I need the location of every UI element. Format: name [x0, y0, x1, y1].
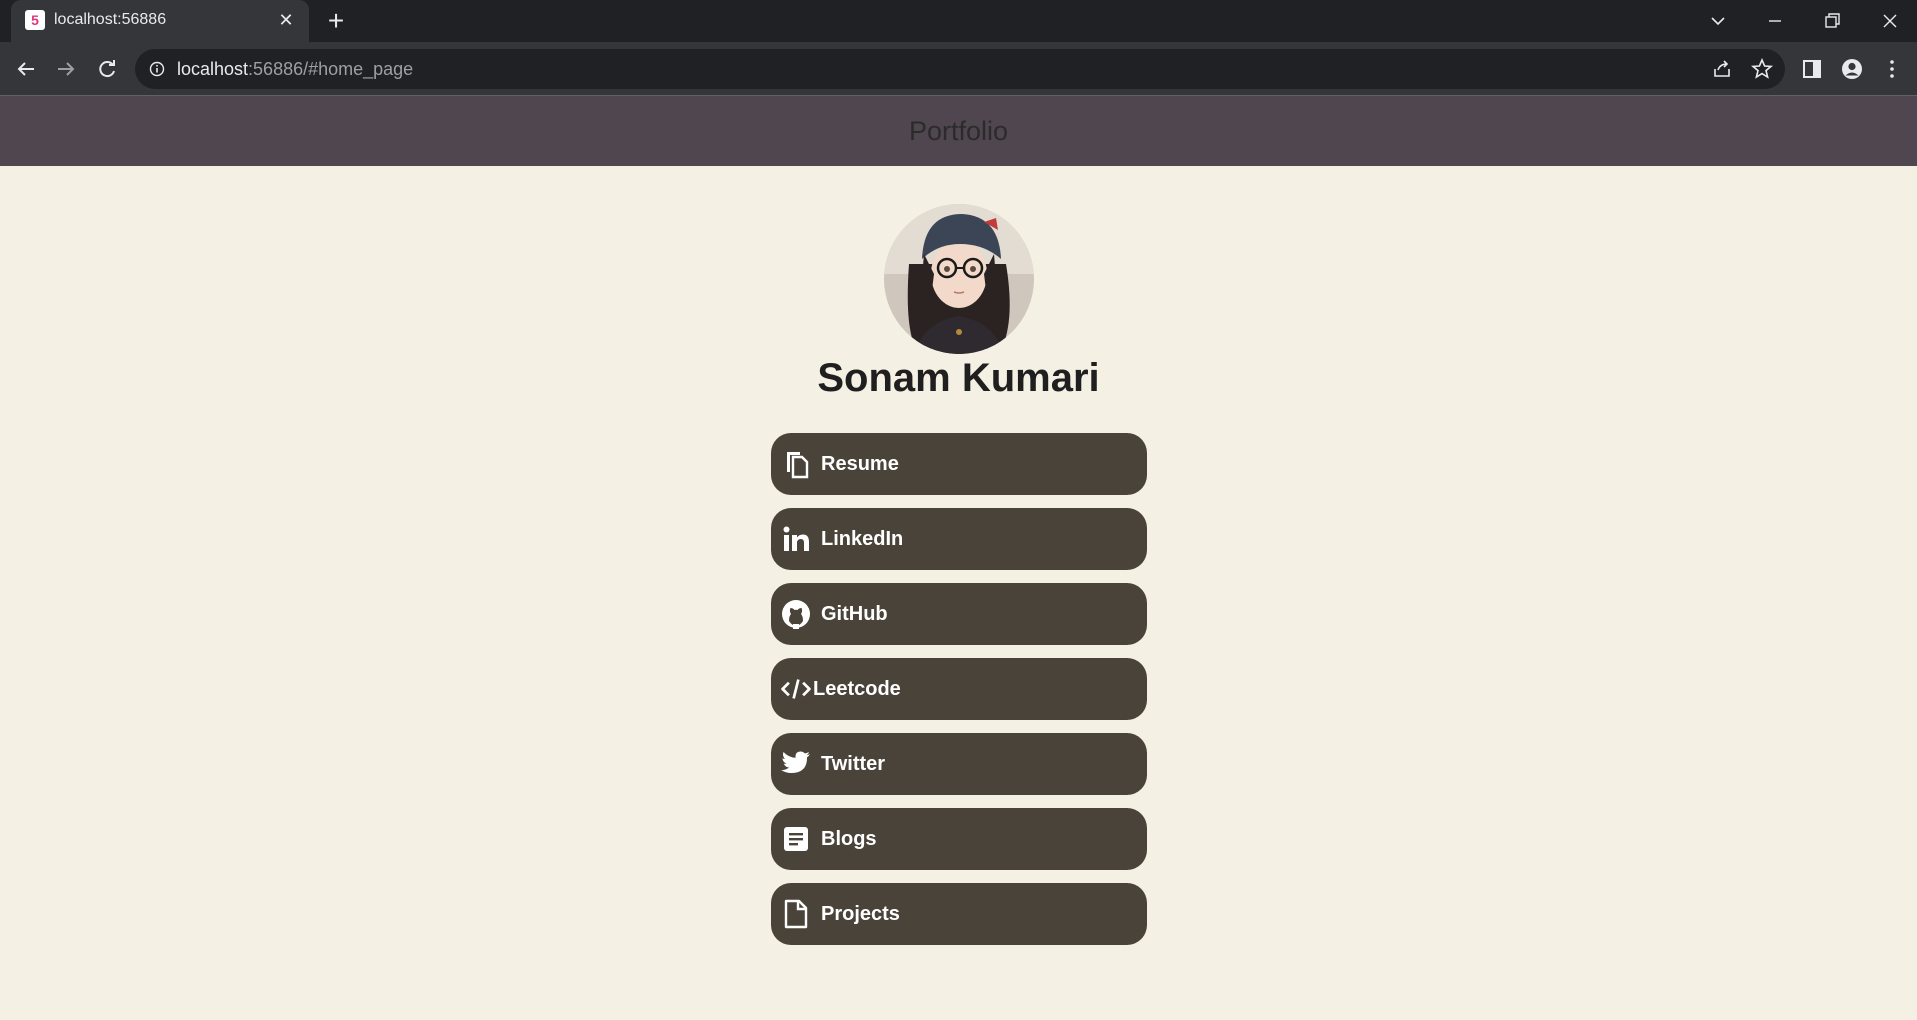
blogs-label: Blogs: [821, 827, 877, 850]
github-icon: [781, 599, 811, 629]
restore-icon[interactable]: [1812, 6, 1852, 36]
site-info-icon[interactable]: [149, 61, 165, 77]
url-text: localhost:56886/#home_page: [177, 59, 413, 80]
share-icon[interactable]: [1710, 57, 1734, 81]
linkedin-label: LinkedIn: [821, 527, 904, 550]
twitter-label: Twitter: [821, 752, 886, 775]
back-arrow-icon[interactable]: [12, 55, 40, 83]
site-header: Portfolio: [0, 96, 1917, 166]
avatar: [884, 204, 1034, 354]
linkedin-button[interactable]: LinkedIn: [771, 508, 1147, 570]
twitter-icon: [781, 749, 811, 779]
github-button[interactable]: GitHub: [771, 583, 1147, 645]
side-panel-icon[interactable]: [1800, 57, 1824, 81]
twitter-button[interactable]: Twitter: [771, 733, 1147, 795]
article-icon: [781, 824, 811, 854]
minimize-icon[interactable]: [1755, 6, 1795, 36]
menu-kebab-icon[interactable]: [1880, 57, 1904, 81]
browser-toolbar: localhost:56886/#home_page: [0, 42, 1917, 96]
link-list: Resume LinkedIn GitHub Leetcode Twitter …: [771, 433, 1147, 958]
address-bar[interactable]: localhost:56886/#home_page: [135, 49, 1785, 89]
reload-icon[interactable]: [93, 55, 121, 83]
leetcode-label: Leetcode: [813, 677, 901, 700]
close-window-icon[interactable]: [1870, 6, 1910, 36]
copy-icon: [781, 449, 811, 479]
blogs-button[interactable]: Blogs: [771, 808, 1147, 870]
tab-close-icon[interactable]: ✕: [275, 9, 297, 31]
github-label: GitHub: [821, 602, 888, 625]
new-tab-icon[interactable]: +: [322, 7, 350, 35]
url-path: :56886/#home_page: [248, 59, 414, 79]
site-title: Portfolio: [908, 115, 1009, 146]
resume-label: Resume: [821, 452, 899, 475]
url-host: localhost: [177, 59, 249, 79]
code-icon: [781, 674, 811, 704]
forward-arrow-icon[interactable]: [52, 55, 80, 83]
linkedin-icon: [781, 524, 811, 554]
tab-title: localhost:56886: [54, 11, 167, 28]
leetcode-button[interactable]: Leetcode: [771, 658, 1147, 720]
browser-tabstrip: 5 localhost:56886 ✕ +: [0, 0, 1917, 42]
resume-button[interactable]: Resume: [771, 433, 1147, 495]
projects-label: Projects: [821, 902, 900, 925]
bookmark-star-icon[interactable]: [1750, 57, 1774, 81]
projects-button[interactable]: Projects: [771, 883, 1147, 945]
file-icon: [781, 899, 811, 929]
favicon-icon: 5: [25, 10, 45, 30]
profile-name: Sonam Kumari: [817, 356, 1100, 400]
profile-icon[interactable]: [1840, 57, 1864, 81]
tab-search-chevron-icon[interactable]: [1698, 6, 1738, 36]
browser-tab[interactable]: 5 localhost:56886 ✕: [11, 0, 309, 42]
